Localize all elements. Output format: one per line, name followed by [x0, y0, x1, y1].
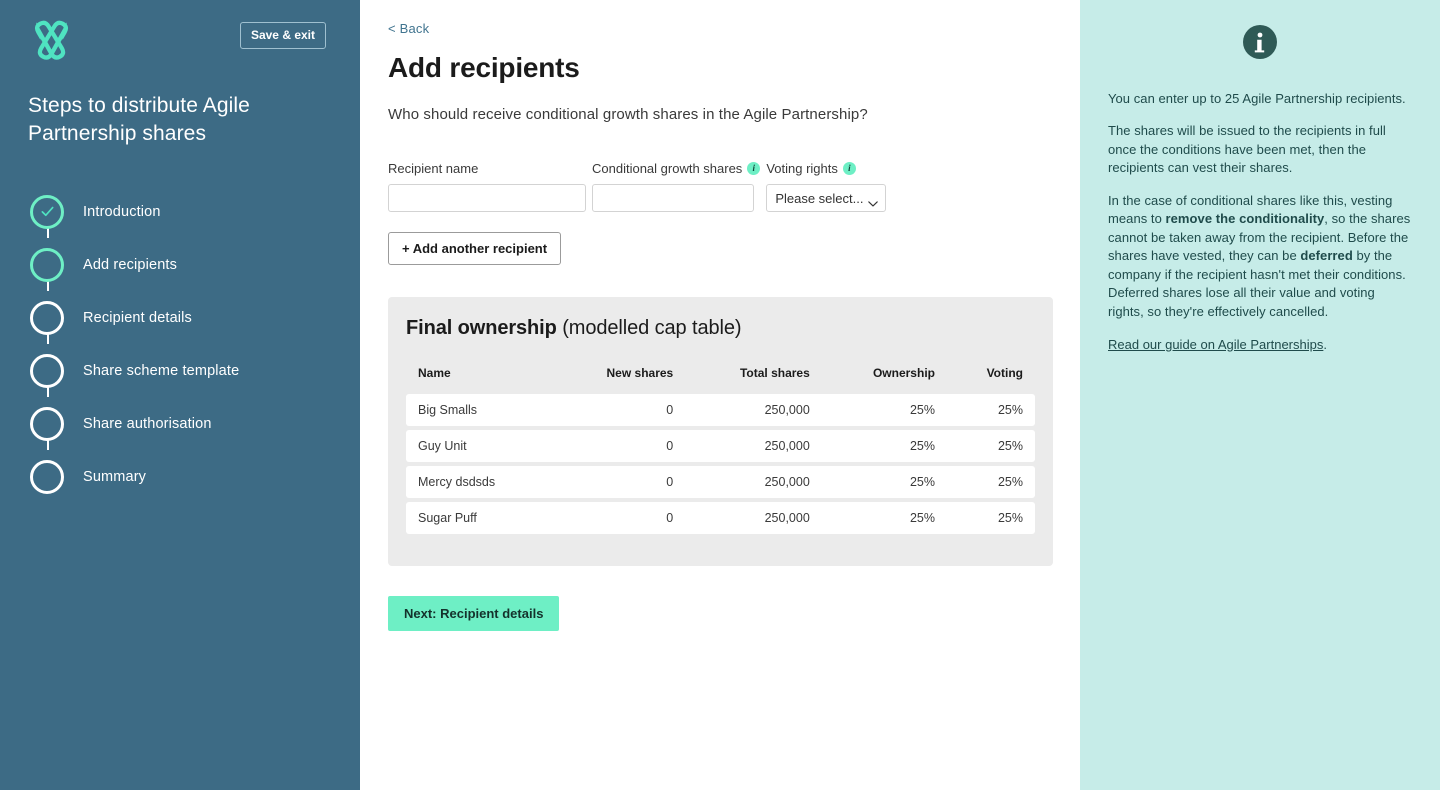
info-link-suffix: .: [1323, 336, 1327, 352]
cell-voting: 25%: [946, 502, 1035, 534]
cap-table-body: Big Smalls 0 250,000 25% 25% Guy Unit 0 250,000…: [406, 394, 1035, 534]
vestd-logo: [28, 20, 75, 67]
cell-voting: 25%: [946, 430, 1035, 462]
sidebar-header: Save & exit: [28, 18, 332, 67]
info-p3-bold-conditionality: remove the conditionality: [1165, 211, 1325, 227]
final-ownership-title-strong: Final ownership: [406, 317, 557, 339]
cap-table-header-row: Name New shares Total shares Ownership Votin…: [406, 366, 1035, 390]
cap-table-header-name: Name: [418, 366, 451, 380]
table-row: Guy Unit 0 250,000 25% 25%: [406, 430, 1035, 462]
voting-rights-select-wrap: Please select...: [766, 184, 887, 212]
sidebar-step-summary[interactable]: Summary: [28, 450, 332, 503]
info-paragraph-1: You can enter up to 25 Agile Partnership…: [1108, 91, 1406, 106]
voting-rights-select[interactable]: Please select...: [766, 184, 887, 212]
info-icon-conditional-shares[interactable]: i: [747, 162, 761, 175]
info-icon-voting-rights[interactable]: i: [842, 162, 856, 175]
save-and-exit-button[interactable]: Save & exit: [239, 22, 326, 49]
recipient-form-row: Recipient name Conditional growth shares…: [388, 161, 1080, 212]
sidebar-step-share-authorisation[interactable]: Share authorisation: [28, 397, 332, 451]
table-row: Big Smalls 0 250,000 25% 25%: [406, 394, 1035, 426]
cell-name: Sugar Puff: [406, 502, 554, 534]
step-label: Share authorisation: [83, 415, 212, 432]
recipient-name-input[interactable]: [388, 184, 586, 212]
voting-rights-label: Voting rights i: [766, 161, 886, 176]
cell-ownership: 25%: [821, 466, 947, 498]
steps-list: Introduction Add recipients Recipient deta…: [28, 185, 332, 503]
sidebar-step-recipient-details[interactable]: Recipient details: [28, 291, 332, 345]
cell-name: Guy Unit: [406, 430, 554, 462]
sidebar-step-introduction[interactable]: Introduction: [28, 185, 332, 239]
table-row: Mercy dsdsds 0 250,000 25% 25%: [406, 466, 1035, 498]
step-label: Share scheme template: [83, 362, 240, 379]
info-link-wrap: Read our guide on Agile Partnerships.: [1108, 337, 1412, 352]
cell-ownership: 25%: [821, 430, 947, 462]
sidebar-step-share-scheme-template[interactable]: Share scheme template: [28, 344, 332, 398]
step-label: Recipient details: [83, 309, 192, 326]
cell-total-shares: 250,000: [685, 430, 822, 462]
voting-rights-field-group: Voting rights i Please select...: [766, 161, 887, 212]
cell-new-shares: 0: [553, 466, 686, 498]
agile-partnerships-guide-link[interactable]: Read our guide on Agile Partnerships: [1108, 337, 1323, 352]
cell-voting: 25%: [946, 466, 1035, 498]
info-p3-bold-deferred: deferred: [1300, 248, 1353, 264]
next-recipient-details-button[interactable]: Next: Recipient details: [388, 596, 560, 631]
step-label: Introduction: [83, 203, 161, 220]
cell-total-shares: 250,000: [685, 502, 822, 534]
app-root: Save & exit Steps to distribute Agile Pa…: [0, 0, 1440, 790]
info-icon-wrap: [1108, 24, 1412, 60]
cell-total-shares: 250,000: [685, 466, 822, 498]
check-icon: [41, 207, 53, 217]
sidebar-title: Steps to distribute Agile Partnership sh…: [28, 94, 250, 145]
recipient-name-field-group: Recipient name: [388, 161, 586, 212]
final-ownership-card: Final ownership (modelled cap table) Nam…: [388, 297, 1053, 566]
cap-table-head: Name New shares Total shares Ownership Votin…: [406, 366, 1035, 390]
page-subtitle: Who should receive conditional growth sh…: [388, 106, 868, 123]
add-another-recipient-button[interactable]: + Add another recipient: [388, 232, 562, 265]
cell-ownership: 25%: [821, 502, 947, 534]
sidebar-step-add-recipients[interactable]: Add recipients: [28, 238, 332, 292]
cell-new-shares: 0: [553, 430, 686, 462]
step-marker: [30, 194, 64, 229]
conditional-shares-label: Conditional growth shares i: [592, 161, 761, 176]
table-row: Sugar Puff 0 250,000 25% 25%: [406, 502, 1035, 534]
final-ownership-title: Final ownership (modelled cap table): [406, 317, 1035, 340]
conditional-shares-label-text: Conditional growth shares: [592, 161, 743, 176]
step-label: Add recipients: [83, 256, 177, 273]
step-marker: [30, 300, 64, 335]
cap-table-header-ownership: Ownership: [872, 366, 935, 380]
main-content: < Back Add recipients Who should receive…: [360, 0, 1080, 790]
step-marker: [30, 459, 64, 494]
cell-ownership: 25%: [821, 394, 947, 426]
cell-new-shares: 0: [553, 502, 686, 534]
page-title: Add recipients: [388, 52, 580, 83]
cell-voting: 25%: [946, 394, 1035, 426]
recipient-name-label: Recipient name: [388, 161, 479, 176]
step-label: Summary: [83, 468, 147, 485]
step-marker: [30, 406, 64, 441]
conditional-shares-input[interactable]: [592, 184, 754, 212]
info-circle-icon: [1242, 24, 1278, 60]
cap-table-header-new-shares: New shares: [606, 366, 674, 380]
conditional-shares-field-group: Conditional growth shares i: [592, 161, 761, 212]
cap-table-header-voting: Voting: [986, 366, 1023, 380]
cap-table: Name New shares Total shares Ownership Votin…: [406, 362, 1035, 538]
cell-name: Mercy dsdsds: [406, 466, 554, 498]
final-ownership-title-light: (modelled cap table): [562, 317, 742, 339]
cell-new-shares: 0: [553, 394, 686, 426]
step-marker: [30, 353, 64, 388]
cell-name: Big Smalls: [406, 394, 554, 426]
voting-rights-label-text: Voting rights: [766, 161, 838, 176]
info-panel: You can enter up to 25 Agile Partnership…: [1080, 0, 1440, 790]
cell-total-shares: 250,000: [685, 394, 822, 426]
back-link[interactable]: < Back: [388, 21, 429, 36]
step-marker: [30, 247, 64, 282]
sidebar: Save & exit Steps to distribute Agile Pa…: [0, 0, 360, 790]
info-paragraph-3: In the case of conditional shares like t…: [1108, 192, 1412, 321]
cap-table-header-total-shares: Total shares: [739, 366, 810, 380]
info-paragraph-2: The shares will be issued to the recipie…: [1108, 123, 1386, 176]
